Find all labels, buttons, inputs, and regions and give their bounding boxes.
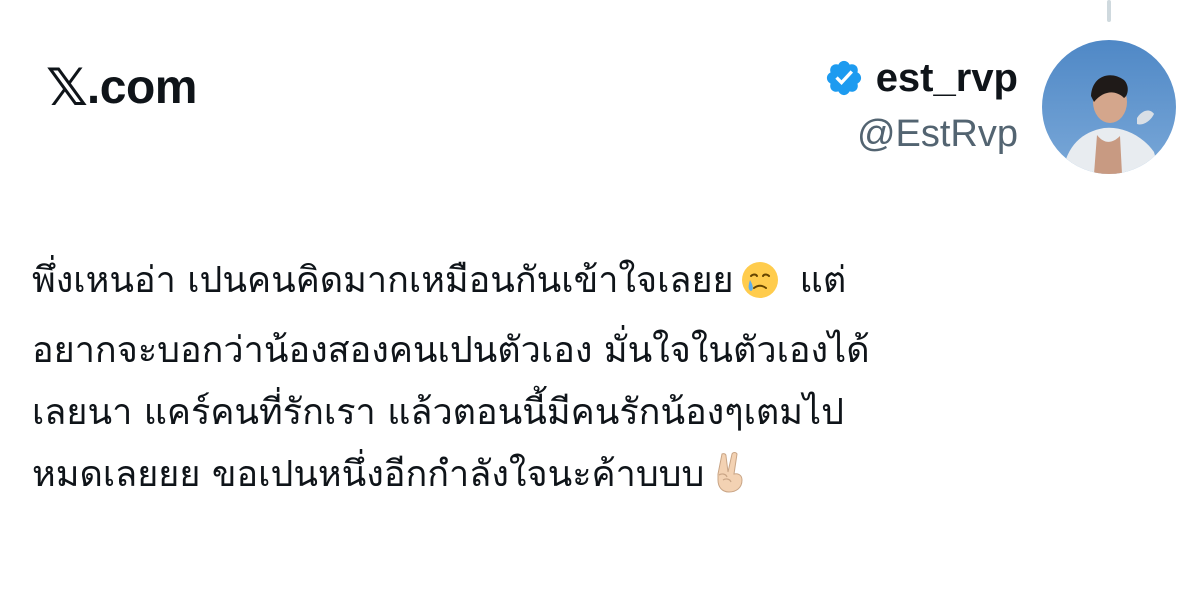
avatar[interactable]: [1042, 40, 1176, 174]
tweet-line-4: หมดเลยยย ขอเปนหนึ่งอีกกำลังใจนะค้าบบบ: [32, 444, 1182, 514]
author-handle[interactable]: @EstRvp: [824, 108, 1018, 160]
tweet-line-3: เลยนา แคร์คนที่รักเรา แล้วตอนนี้มีคนรักน…: [32, 392, 844, 433]
face-holding-back-tears-icon: [740, 258, 780, 320]
thread-connector-line: [1107, 0, 1111, 22]
tweet-body: พึ่งเหนอ่า เปนคนคิดมากเหมือนกันเข้าใจเลย…: [32, 250, 1182, 514]
tweet-line-1: พึ่งเหนอ่า เปนคนคิดมากเหมือนกันเข้าใจเลย…: [32, 250, 1182, 320]
tweet-line-2: อยากจะบอกว่าน้องสองคนเปนตัวเอง มั่นใจในต…: [32, 330, 870, 371]
author-identity[interactable]: est_rvp @EstRvp: [824, 52, 1018, 160]
tweet-line-4-text: หมดเลยยย ขอเปนหนึ่งอีกกำลังใจนะค้าบบบ: [32, 454, 705, 495]
brand-domain-text: .com: [86, 61, 198, 114]
author-name-row: est_rvp: [824, 52, 1018, 104]
brand-logo: 𝕏 .com: [46, 58, 197, 118]
victory-hand-icon: [710, 450, 750, 514]
tweet-line-1-tail: แต่: [799, 260, 847, 301]
x-logo-icon: 𝕏: [46, 58, 88, 118]
author-display-name[interactable]: est_rvp: [876, 52, 1018, 104]
tweet-line-1-text: พึ่งเหนอ่า เปนคนคิดมากเหมือนกันเข้าใจเลย…: [32, 260, 734, 301]
verified-badge-icon: [824, 58, 864, 98]
